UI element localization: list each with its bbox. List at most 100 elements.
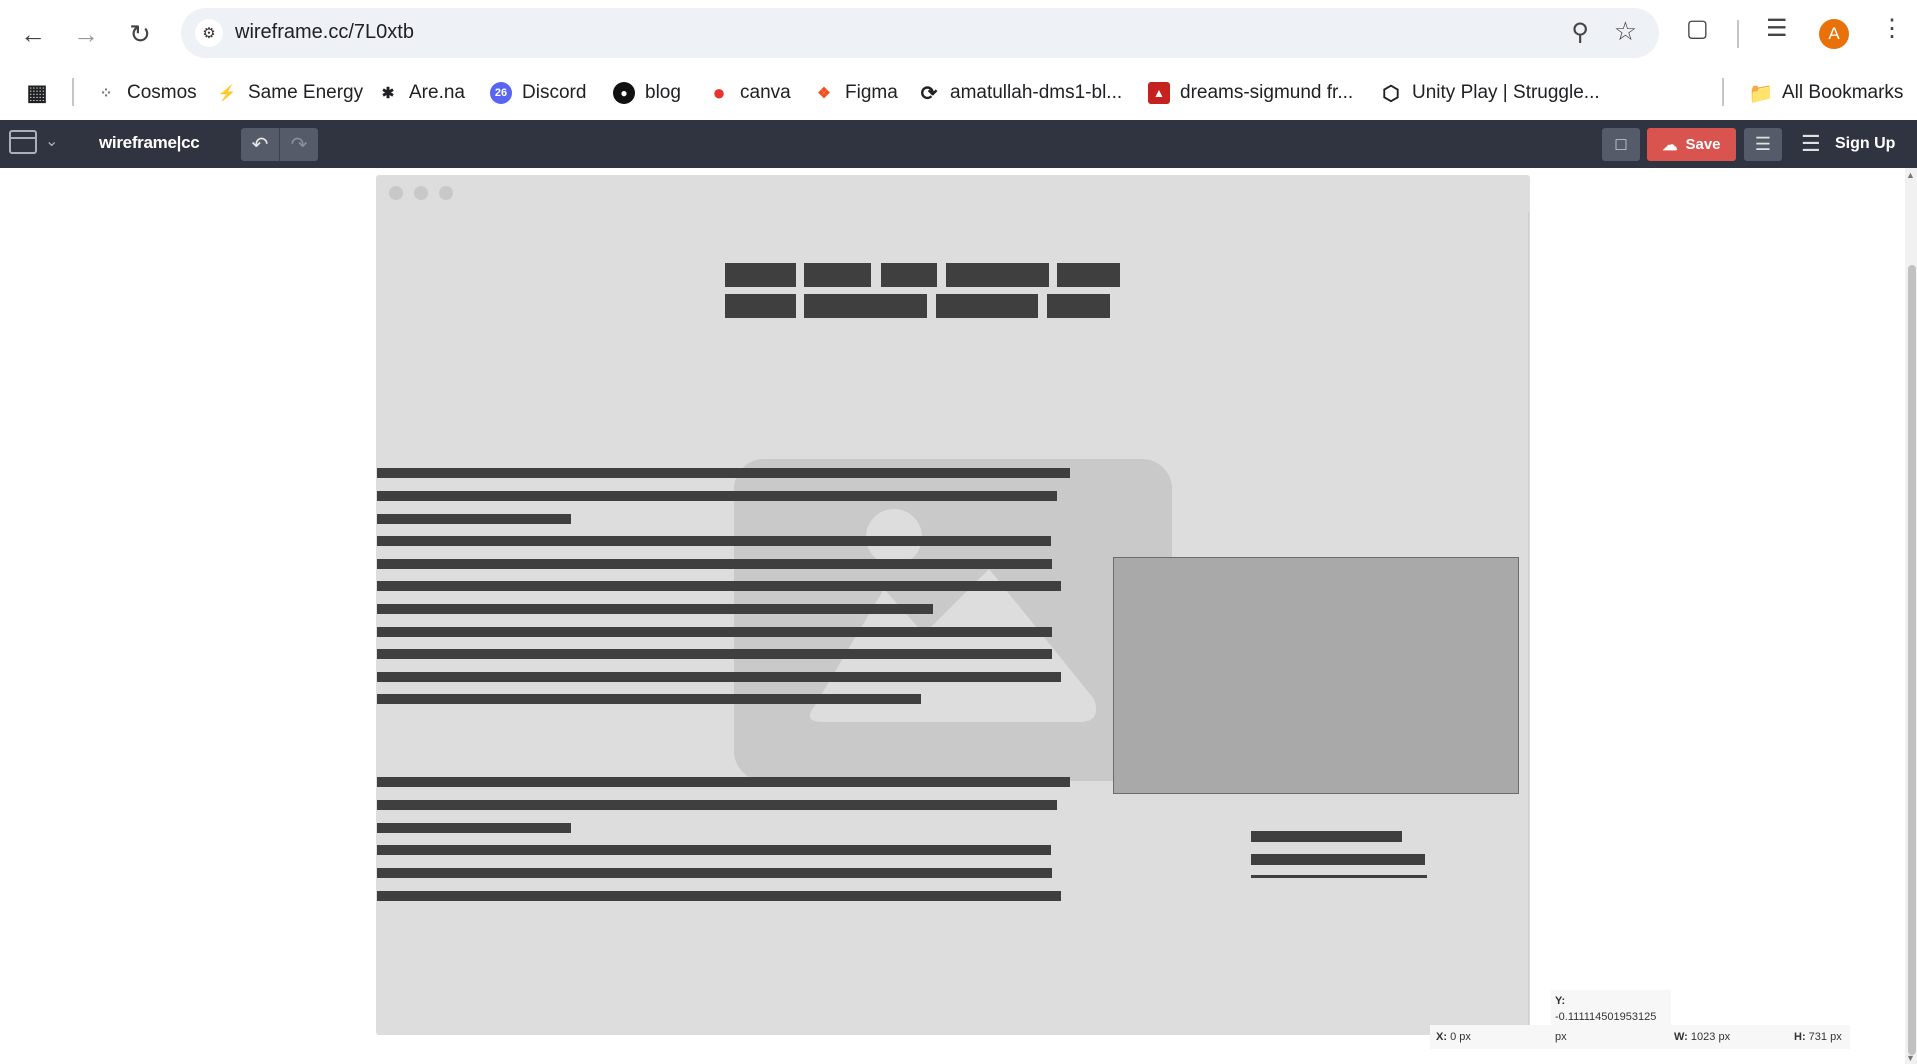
bookmark-discord[interactable]: 26 Discord bbox=[490, 78, 586, 108]
github-icon: ⟳ bbox=[920, 82, 938, 105]
text-line[interactable] bbox=[1251, 854, 1425, 865]
back-icon[interactable]: ← bbox=[15, 16, 51, 52]
scroll-down-icon[interactable]: ▼ bbox=[1906, 1053, 1915, 1063]
bookmark-cosmos[interactable]: ⁘ Cosmos bbox=[95, 78, 197, 108]
address-bar[interactable]: ⚙ wireframe.cc/7L0xtb ⚲ ☆ bbox=[181, 8, 1659, 58]
h-label: H: bbox=[1794, 1031, 1806, 1043]
redo-icon[interactable]: ↷ bbox=[280, 128, 318, 161]
forward-icon[interactable]: → bbox=[68, 16, 104, 52]
bookmark-amatullah[interactable]: ⟳ amatullah-dms1-bl... bbox=[918, 78, 1123, 108]
window-dot bbox=[414, 186, 428, 200]
underline[interactable] bbox=[1251, 875, 1427, 878]
nav-block[interactable] bbox=[725, 263, 796, 287]
settings-sliders-icon[interactable]: ☰ bbox=[1744, 128, 1782, 161]
unity-icon: ⬡ bbox=[1382, 82, 1400, 105]
reload-icon[interactable]: ↻ bbox=[122, 16, 158, 52]
text-line[interactable] bbox=[377, 559, 1052, 569]
save-button[interactable]: ☁ Save bbox=[1647, 128, 1736, 161]
app-logo[interactable]: wireframe|cc bbox=[99, 133, 200, 153]
bookmark-label: Cosmos bbox=[127, 82, 197, 103]
text-line[interactable] bbox=[377, 694, 921, 704]
more-menu-icon[interactable]: ⋮ bbox=[1880, 14, 1904, 43]
nav-block[interactable] bbox=[881, 263, 937, 287]
bookmark-label: canva bbox=[740, 82, 791, 103]
x-value: 0 px bbox=[1450, 1031, 1471, 1043]
text-line[interactable] bbox=[377, 672, 1061, 682]
scroll-up-icon[interactable]: ▲ bbox=[1906, 170, 1915, 180]
image-placeholder-icon bbox=[809, 509, 1097, 722]
chevron-down-icon[interactable]: ⌄ bbox=[45, 131, 58, 151]
scroll-thumb[interactable] bbox=[1908, 265, 1916, 1055]
cosmos-icon: ⁘ bbox=[99, 85, 113, 102]
bookmark-same-energy[interactable]: ⚡ Same Energy bbox=[216, 78, 363, 108]
arena-icon: ✱ bbox=[381, 85, 395, 102]
bookmark-label: Unity Play | Struggle... bbox=[1412, 82, 1600, 103]
bookmark-unity[interactable]: ⬡ Unity Play | Struggle... bbox=[1380, 78, 1600, 108]
y-unit: px bbox=[1555, 1031, 1567, 1043]
url-text[interactable]: wireframe.cc/7L0xtb bbox=[235, 21, 414, 44]
bookmark-label: blog bbox=[645, 82, 681, 103]
nav-block[interactable] bbox=[936, 294, 1038, 318]
undo-icon[interactable]: ↶ bbox=[241, 128, 280, 161]
text-line[interactable] bbox=[377, 491, 1057, 501]
bookmark-label: Are.na bbox=[409, 82, 465, 103]
text-line[interactable] bbox=[377, 868, 1052, 878]
save-label: Save bbox=[1685, 136, 1721, 153]
text-line[interactable] bbox=[377, 536, 1051, 546]
y-label: Y: bbox=[1555, 995, 1566, 1007]
image-placeholder[interactable] bbox=[734, 459, 1172, 781]
folder-icon: 📁 bbox=[1748, 82, 1774, 105]
text-line[interactable] bbox=[377, 627, 1052, 637]
text-line[interactable] bbox=[377, 514, 571, 524]
all-bookmarks[interactable]: 📁 All Bookmarks bbox=[1748, 78, 1904, 108]
divider bbox=[1722, 78, 1724, 106]
text-line[interactable] bbox=[377, 823, 571, 833]
github-icon: ● bbox=[613, 82, 635, 104]
bookmark-label: amatullah-dms1-bl... bbox=[950, 82, 1123, 103]
divider bbox=[72, 78, 74, 106]
text-line[interactable] bbox=[1251, 831, 1402, 842]
figma-icon: ❖ bbox=[817, 85, 831, 102]
nav-block[interactable] bbox=[725, 294, 796, 318]
extensions-icon[interactable]: ▢ bbox=[1686, 14, 1709, 43]
bookmark-canva[interactable]: ● canva bbox=[708, 78, 791, 108]
divider bbox=[1737, 20, 1739, 48]
bookmark-label: Figma bbox=[845, 82, 898, 103]
bookmark-label: Discord bbox=[522, 82, 587, 103]
bookmark-star-icon[interactable]: ☆ bbox=[1614, 16, 1637, 47]
bookmark-figma[interactable]: ❖ Figma bbox=[813, 78, 898, 108]
nav-block[interactable] bbox=[1047, 294, 1110, 318]
nav-block[interactable] bbox=[1057, 263, 1120, 287]
nav-block[interactable] bbox=[804, 294, 927, 318]
sign-up-link[interactable]: Sign Up bbox=[1835, 135, 1895, 153]
text-line[interactable] bbox=[377, 800, 1057, 810]
x-label: X: bbox=[1436, 1031, 1447, 1043]
text-line[interactable] bbox=[377, 845, 1051, 855]
nav-block[interactable] bbox=[804, 263, 871, 287]
bookmark-dreams[interactable]: ▲ dreams-sigmund fr... bbox=[1148, 78, 1353, 108]
media-control-icon[interactable]: ☰ bbox=[1766, 14, 1788, 43]
zoom-icon[interactable]: ⚲ bbox=[1571, 18, 1589, 47]
profile-avatar[interactable]: A bbox=[1819, 19, 1849, 49]
w-value: 1023 px bbox=[1690, 1031, 1731, 1043]
canva-icon: ● bbox=[712, 80, 726, 105]
text-line[interactable] bbox=[377, 604, 933, 614]
bookmark-arena[interactable]: ✱ Are.na bbox=[377, 78, 465, 108]
text-line[interactable] bbox=[377, 468, 1070, 478]
bookmark-blog[interactable]: ● blog bbox=[613, 78, 681, 108]
comment-icon[interactable]: □ bbox=[1602, 128, 1640, 161]
bookmarks-bar: ▦ ⁘ Cosmos ⚡ Same Energy ✱ Are.na 26 Discord… bbox=[0, 66, 1917, 120]
undo-redo-group: ↶ ↷ bbox=[241, 128, 318, 161]
text-line[interactable] bbox=[377, 891, 1061, 901]
frame-type-icon[interactable] bbox=[9, 130, 37, 154]
apps-icon[interactable]: ▦ bbox=[26, 78, 48, 108]
menu-icon[interactable]: ☰ bbox=[1801, 131, 1821, 157]
text-line[interactable] bbox=[377, 649, 1052, 659]
nav-block[interactable] bbox=[946, 263, 1049, 287]
cloud-upload-icon: ☁ bbox=[1662, 136, 1678, 154]
site-settings-icon[interactable]: ⚙ bbox=[195, 19, 223, 47]
h-value: 731 px bbox=[1808, 1031, 1842, 1043]
selected-box[interactable] bbox=[1113, 557, 1519, 794]
text-line[interactable] bbox=[377, 581, 1061, 591]
text-line[interactable] bbox=[377, 777, 1070, 787]
